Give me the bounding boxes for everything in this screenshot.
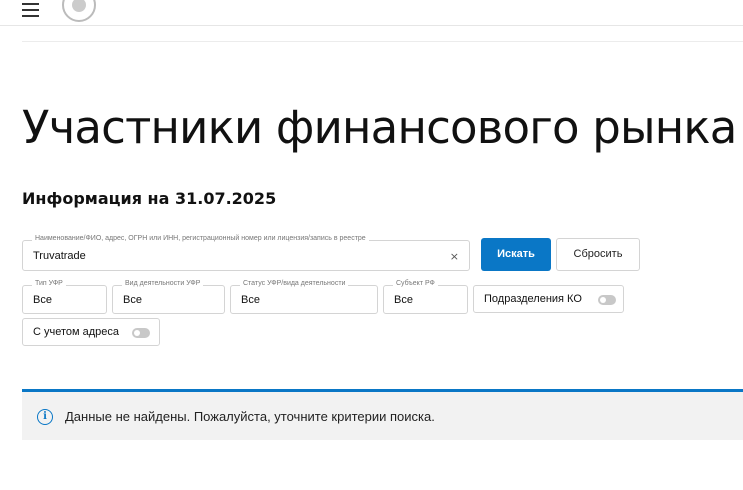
filter-value: Все bbox=[33, 294, 52, 306]
header-divider bbox=[22, 41, 743, 42]
toggle-switch[interactable] bbox=[132, 328, 150, 338]
toggle-branches[interactable]: Подразделения КО bbox=[473, 285, 624, 313]
filter-value: Все bbox=[123, 294, 142, 306]
info-date: Информация на 31.07.2025 bbox=[22, 189, 277, 208]
notice-text: Данные не найдены. Пожалуйста, уточните … bbox=[65, 409, 435, 424]
toggle-label: С учетом адреса bbox=[33, 326, 120, 338]
reset-button[interactable]: Сбросить bbox=[556, 238, 640, 271]
logo[interactable] bbox=[62, 0, 96, 22]
filter-label: Статус УФР/вида деятельности bbox=[240, 280, 349, 287]
filter-region[interactable]: Субъект РФ Все bbox=[383, 280, 468, 314]
search-field-label: Наименование/ФИО, адрес, ОГРН или ИНН, р… bbox=[32, 235, 369, 242]
filter-label: Вид деятельности УФР bbox=[122, 280, 204, 287]
menu-icon[interactable] bbox=[22, 0, 40, 18]
filter-ufr-type[interactable]: Тип УФР Все bbox=[22, 280, 107, 314]
info-icon: i bbox=[37, 409, 53, 425]
filter-value: Все bbox=[394, 294, 413, 306]
search-field[interactable]: Наименование/ФИО, адрес, ОГРН или ИНН, р… bbox=[22, 235, 470, 271]
no-results-notice: i Данные не найдены. Пожалуйста, уточнит… bbox=[22, 389, 743, 440]
search-input[interactable]: Truvatrade bbox=[33, 250, 86, 262]
site-header bbox=[0, 0, 743, 26]
toggle-switch[interactable] bbox=[598, 295, 616, 305]
search-button[interactable]: Искать bbox=[481, 238, 551, 271]
toggle-label: Подразделения КО bbox=[484, 293, 582, 305]
filter-activity-type[interactable]: Вид деятельности УФР Все bbox=[112, 280, 225, 314]
filter-label: Тип УФР bbox=[32, 280, 66, 287]
page-title: Участники финансового рынка bbox=[22, 101, 737, 154]
clear-icon[interactable]: × bbox=[450, 250, 459, 263]
filter-value: Все bbox=[241, 294, 260, 306]
filter-status[interactable]: Статус УФР/вида деятельности Все bbox=[230, 280, 378, 314]
filter-label: Субъект РФ bbox=[393, 280, 438, 287]
toggle-with-address[interactable]: С учетом адреса bbox=[22, 318, 160, 346]
